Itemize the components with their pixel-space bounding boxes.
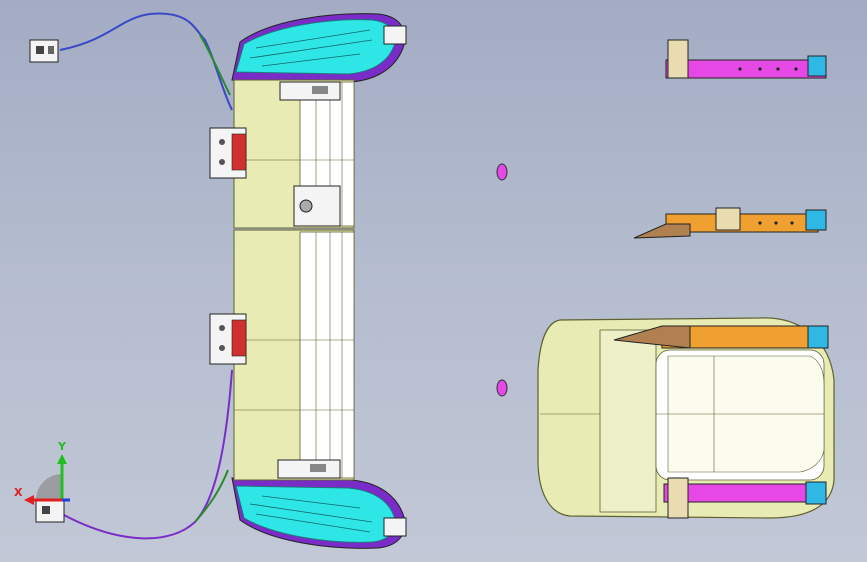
latch-middle[interactable] — [293, 185, 341, 227]
latch-lower[interactable] — [277, 459, 341, 479]
upper-hinge[interactable] — [209, 127, 247, 179]
lower-connector[interactable] — [35, 499, 65, 523]
lower-cable[interactable] — [61, 369, 233, 540]
bushing-upper[interactable] — [496, 163, 508, 181]
middle-seat-rail[interactable] — [633, 207, 827, 239]
bench-seat-assembly[interactable] — [209, 13, 407, 549]
latch-upper[interactable] — [279, 81, 341, 101]
upper-seat-rail[interactable] — [665, 39, 827, 79]
x-axis-label: X — [14, 486, 23, 499]
y-axis-label: Y — [58, 440, 66, 453]
lower-hinge[interactable] — [209, 313, 247, 365]
axis-triad — [24, 454, 70, 505]
cad-viewport[interactable]: X Y — [0, 0, 867, 562]
bottom-bracket[interactable] — [383, 517, 407, 537]
model-canvas[interactable] — [0, 0, 867, 562]
upper-connector[interactable] — [29, 39, 59, 63]
upper-cable[interactable] — [59, 12, 233, 111]
top-bracket[interactable] — [383, 25, 407, 45]
bushing-lower[interactable] — [496, 379, 508, 397]
seat-cushion-assembly[interactable] — [537, 317, 835, 519]
